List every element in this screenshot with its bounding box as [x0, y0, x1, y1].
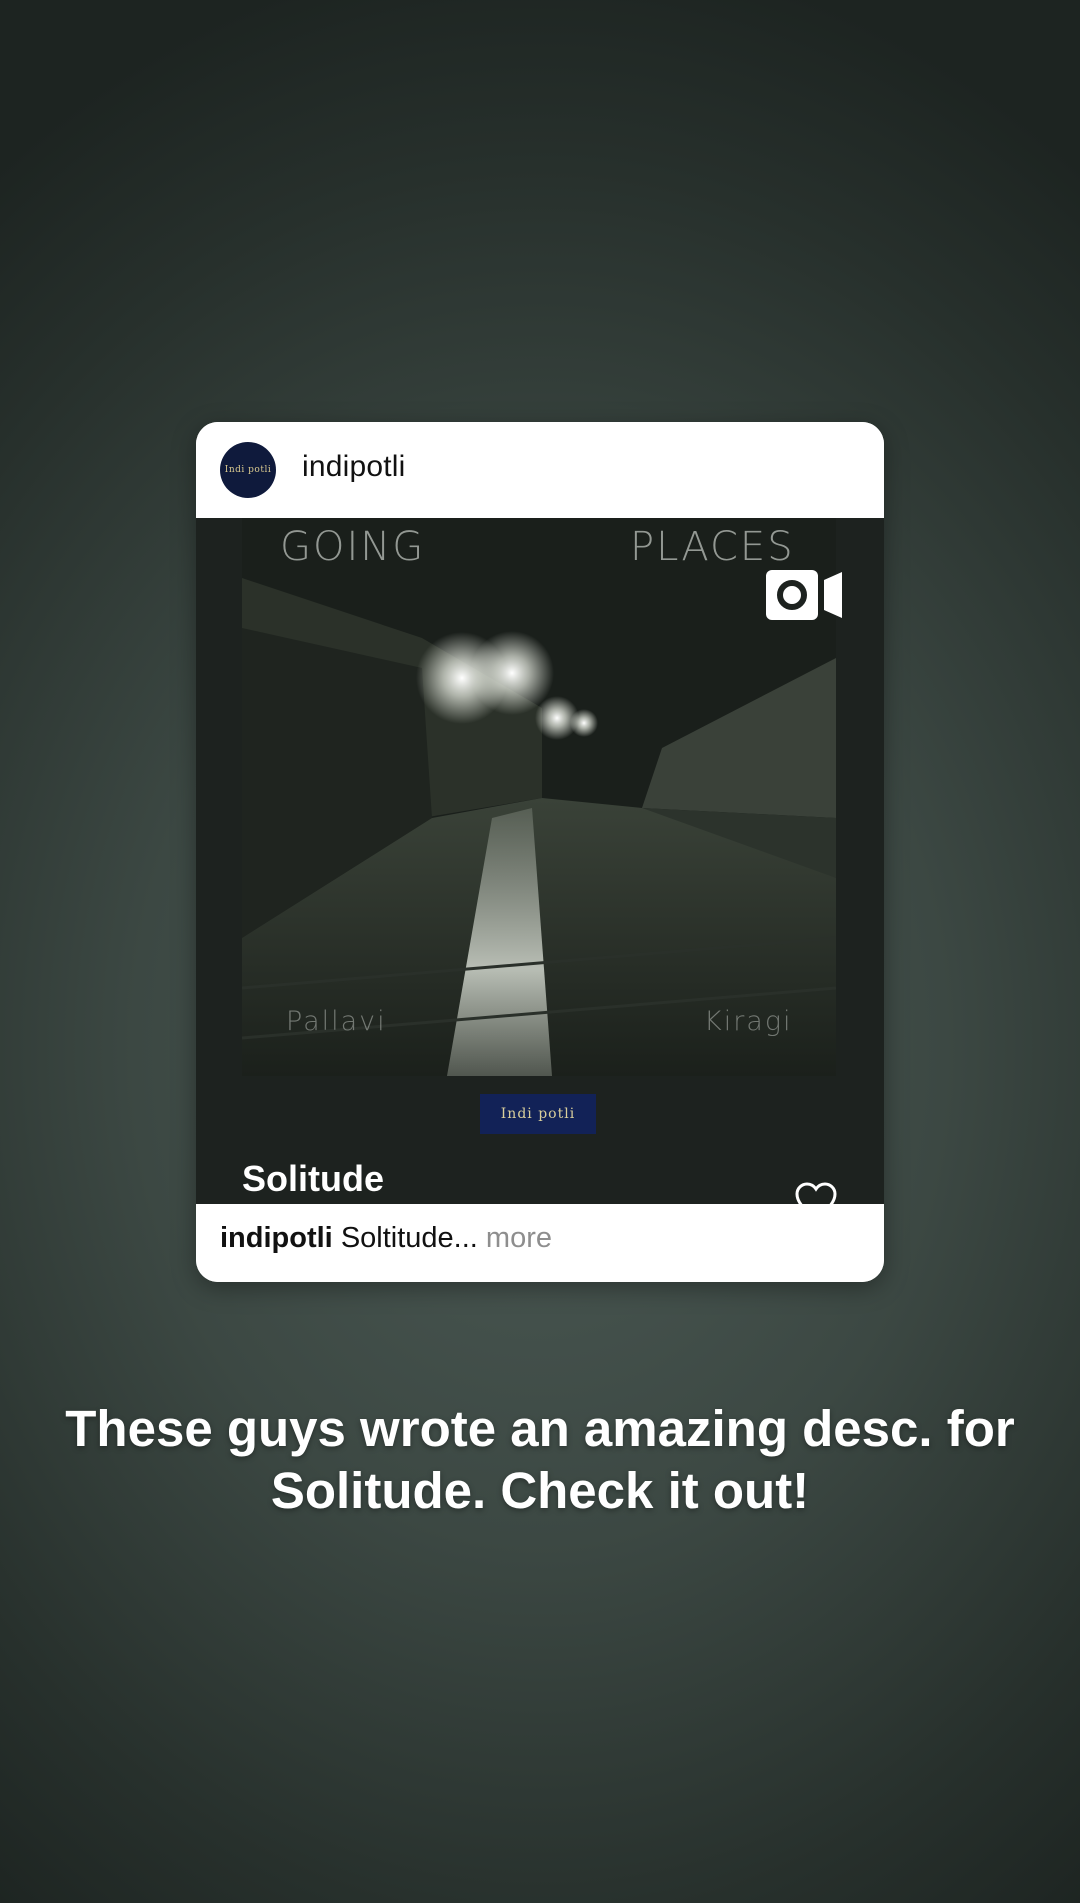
track-title: Solitude — [242, 1158, 384, 1199]
post-username[interactable]: indipotli — [302, 450, 406, 484]
cover-title-left: GOING — [280, 524, 426, 570]
post-media[interactable]: GOING PLACES Pallavi Kiragi Indi potli S… — [196, 518, 884, 1204]
album-artwork: GOING PLACES Pallavi Kiragi — [242, 518, 836, 1076]
shared-post-card[interactable]: Indi potli indipotli GOING PLACES Pallav… — [196, 422, 884, 1282]
heart-icon[interactable] — [794, 1182, 838, 1204]
caption-text: Soltitude — [340, 1222, 454, 1254]
brand-badge: Indi potli — [480, 1094, 596, 1134]
caption-bar: indipotli Soltitude... more — [196, 1204, 884, 1282]
post-caption[interactable]: indipotli Soltitude... more — [220, 1222, 552, 1255]
video-camera-icon — [766, 570, 842, 620]
caption-ellipsis: ... — [453, 1222, 478, 1254]
brand-badge-text: Indi potli — [500, 1106, 576, 1122]
cover-title-right: PLACES — [630, 524, 795, 570]
avatar[interactable]: Indi potli — [220, 442, 276, 498]
cover-artist-left: Pallavi — [286, 1006, 387, 1037]
artwork-illustration — [242, 518, 836, 1076]
story-text: These guys wrote an amazing desc. for So… — [65, 1400, 1015, 1519]
caption-username[interactable]: indipotli — [220, 1222, 333, 1254]
caption-more-link[interactable]: more — [486, 1222, 552, 1254]
cover-artist-right: Kiragi — [704, 1006, 793, 1037]
post-header: Indi potli indipotli — [196, 422, 884, 518]
avatar-logo-text: Indi potli — [224, 465, 272, 475]
